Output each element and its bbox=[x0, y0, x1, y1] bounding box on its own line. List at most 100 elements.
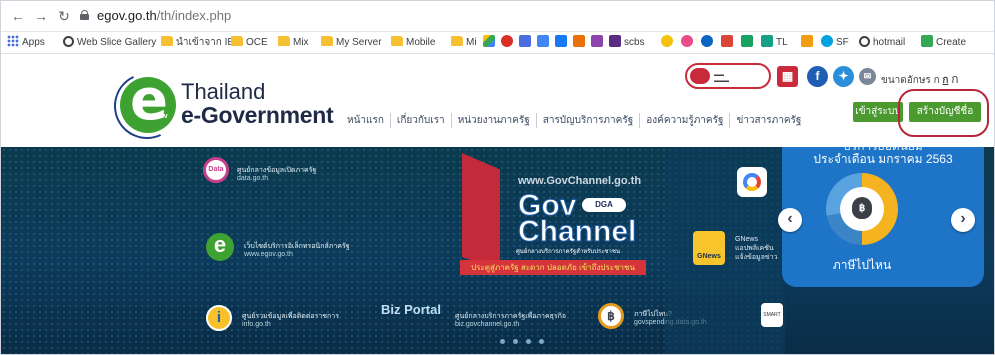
facebook-icon[interactable]: f bbox=[807, 66, 828, 87]
drive-icon bbox=[483, 35, 495, 47]
hero-banner: Data ศูนย์กลางข้อมูลเปิดภาครัฐ data.go.t… bbox=[1, 147, 994, 354]
bookmark-tool[interactable] bbox=[573, 35, 588, 51]
bookmark-sf[interactable]: SF bbox=[821, 35, 849, 51]
bookmark-apps[interactable]: Apps bbox=[7, 35, 45, 51]
bookmark-label: นำเข้าจาก IE bbox=[176, 37, 235, 48]
browser-window: ← → ↻ egov.go.th/th/index.php Apps Web S… bbox=[0, 0, 995, 355]
font-size-control: ขนาดอักษร ก ก ก bbox=[881, 70, 959, 89]
menu-home[interactable]: หน้าแรก bbox=[347, 113, 390, 128]
menu-agencies[interactable]: หน่วยงานภาครัฐ bbox=[450, 113, 536, 128]
bookmark-doc[interactable] bbox=[519, 35, 534, 51]
smart-kiosk-icon[interactable]: SMART bbox=[761, 303, 783, 327]
bookmark-tl[interactable]: TL bbox=[761, 35, 788, 51]
bookmark-oce[interactable]: OCE bbox=[231, 35, 268, 51]
bookmark-label: Web Slice Gallery bbox=[77, 37, 157, 48]
font-size-medium[interactable]: ก bbox=[942, 75, 948, 86]
carousel-dot[interactable] bbox=[513, 339, 518, 344]
bookmark-mobile[interactable]: Mobile bbox=[391, 35, 435, 51]
panel-caption: ภาษีไปไหน bbox=[832, 258, 892, 272]
money-bag-icon: ฿ bbox=[598, 303, 624, 329]
font-size-large[interactable]: ก bbox=[951, 72, 958, 86]
bookmark-label: Mi bbox=[466, 37, 477, 48]
egov-logo[interactable]: e Gov bbox=[120, 70, 176, 133]
bookmark-mi[interactable]: Mi bbox=[451, 35, 477, 51]
data-logo-icon: Data bbox=[203, 157, 229, 183]
carousel-prev-button[interactable]: ‹ bbox=[778, 208, 802, 232]
channel-tagline: ประตูสู่ภาครัฐ สะดวก ปลอดภัย เข้าถึงประช… bbox=[460, 260, 646, 275]
document-icon bbox=[519, 35, 531, 47]
bookmark-cloud[interactable] bbox=[701, 35, 716, 51]
building-icon[interactable]: ▦ bbox=[777, 66, 798, 87]
bookmark-mix[interactable]: Mix bbox=[278, 35, 309, 51]
bookmark-hotmail[interactable]: hotmail bbox=[859, 35, 905, 51]
menu-knowledge[interactable]: องค์ความรู้ภาครัฐ bbox=[639, 113, 729, 128]
bookmark-label: My Server bbox=[336, 37, 382, 48]
channel-channel-text: Channel bbox=[517, 215, 637, 248]
gnews-icon[interactable]: GNews bbox=[693, 231, 725, 265]
channel-url: www.GovChannel.go.th bbox=[518, 175, 642, 187]
site-header: e Gov Thailand e-Government หน้าแรก เกี่ย… bbox=[1, 55, 994, 149]
bookmark-label: Mix bbox=[293, 37, 309, 48]
facebook-icon bbox=[555, 35, 567, 47]
bookmark-star[interactable] bbox=[681, 35, 696, 51]
reload-button[interactable]: ↻ bbox=[54, 6, 74, 26]
mail-icon bbox=[721, 35, 733, 47]
tool-icon bbox=[573, 35, 585, 47]
carousel-dot[interactable] bbox=[500, 339, 505, 344]
bookmark-sun[interactable] bbox=[801, 35, 816, 51]
donut-chart-icon: ฿ bbox=[826, 173, 898, 245]
menu-services[interactable]: สารบัญบริการภาครัฐ bbox=[535, 113, 640, 128]
bookmark-label: Apps bbox=[22, 37, 45, 48]
bookmark-drive[interactable] bbox=[483, 35, 498, 51]
service-url: info.go.th bbox=[242, 321, 271, 328]
carousel-dot[interactable] bbox=[526, 339, 531, 344]
bookmark-label: OCE bbox=[246, 37, 268, 48]
bookmark-facebook[interactable] bbox=[555, 35, 570, 51]
twitter-icon[interactable]: ✦ bbox=[833, 66, 854, 87]
bookmark-create[interactable]: Create bbox=[921, 35, 966, 51]
tl-icon bbox=[761, 35, 773, 47]
back-button[interactable]: ← bbox=[8, 6, 28, 26]
folder-icon bbox=[278, 36, 290, 46]
bookmark-chart[interactable] bbox=[741, 35, 756, 51]
door-graphic bbox=[462, 153, 500, 271]
folder-icon bbox=[231, 36, 243, 46]
lock-icon bbox=[80, 10, 89, 20]
mail-icon[interactable]: ✉ bbox=[859, 68, 876, 85]
menu-about[interactable]: เกี่ยวกับเรา bbox=[389, 113, 451, 128]
egov-logo-icon: e bbox=[206, 233, 234, 261]
salesforce-icon bbox=[821, 35, 833, 47]
gov-channel-banner[interactable]: www.GovChannel.go.th Gov DGA Channel ศูน… bbox=[456, 147, 646, 281]
bookmark-label: Create bbox=[936, 37, 967, 48]
carousel-next-button[interactable]: › bbox=[951, 208, 975, 232]
app-card-g-icon[interactable] bbox=[737, 167, 767, 197]
bookmark-label: Mobile bbox=[406, 37, 436, 48]
menu-news[interactable]: ข่าวสารภาครัฐ bbox=[729, 113, 807, 128]
sun-icon bbox=[801, 35, 813, 47]
login-button[interactable]: เข้าสู่ระบบ bbox=[853, 102, 903, 122]
bookmark-smile[interactable] bbox=[661, 35, 676, 51]
font-size-label: ขนาดอักษร ก bbox=[881, 75, 940, 86]
folder-icon bbox=[391, 36, 403, 46]
folder-icon bbox=[451, 36, 463, 46]
apps-grid-icon bbox=[7, 35, 19, 47]
url-field[interactable]: egov.go.th/th/index.php bbox=[97, 8, 231, 23]
carousel-dot[interactable] bbox=[539, 339, 544, 344]
bookmark-import-ie[interactable]: นำเข้าจาก IE bbox=[161, 35, 234, 51]
bookmark-red[interactable] bbox=[501, 35, 516, 51]
bookmark-scbs[interactable]: scbs bbox=[609, 35, 645, 51]
forward-button[interactable]: → bbox=[31, 6, 51, 26]
bookmark-mail[interactable] bbox=[721, 35, 736, 51]
bookmark-image[interactable] bbox=[591, 35, 606, 51]
folder-icon bbox=[321, 36, 333, 46]
url-domain: egov.go.th bbox=[97, 8, 157, 23]
register-highlight bbox=[898, 89, 989, 137]
service-url: biz.govchannel.go.th bbox=[455, 321, 520, 328]
bookmark-calendar[interactable] bbox=[537, 35, 552, 51]
service-url: data.go.th bbox=[237, 175, 269, 182]
bookmark-web-slice-gallery[interactable]: Web Slice Gallery bbox=[63, 35, 156, 51]
bookmark-label: scbs bbox=[624, 37, 645, 48]
bookmark-my-server[interactable]: My Server bbox=[321, 35, 382, 51]
app-cards-column: GNews GNews แอปพลิเคชัน แจ้งข้อมูลข่าว SMA… bbox=[665, 147, 785, 354]
star-icon bbox=[681, 35, 693, 47]
